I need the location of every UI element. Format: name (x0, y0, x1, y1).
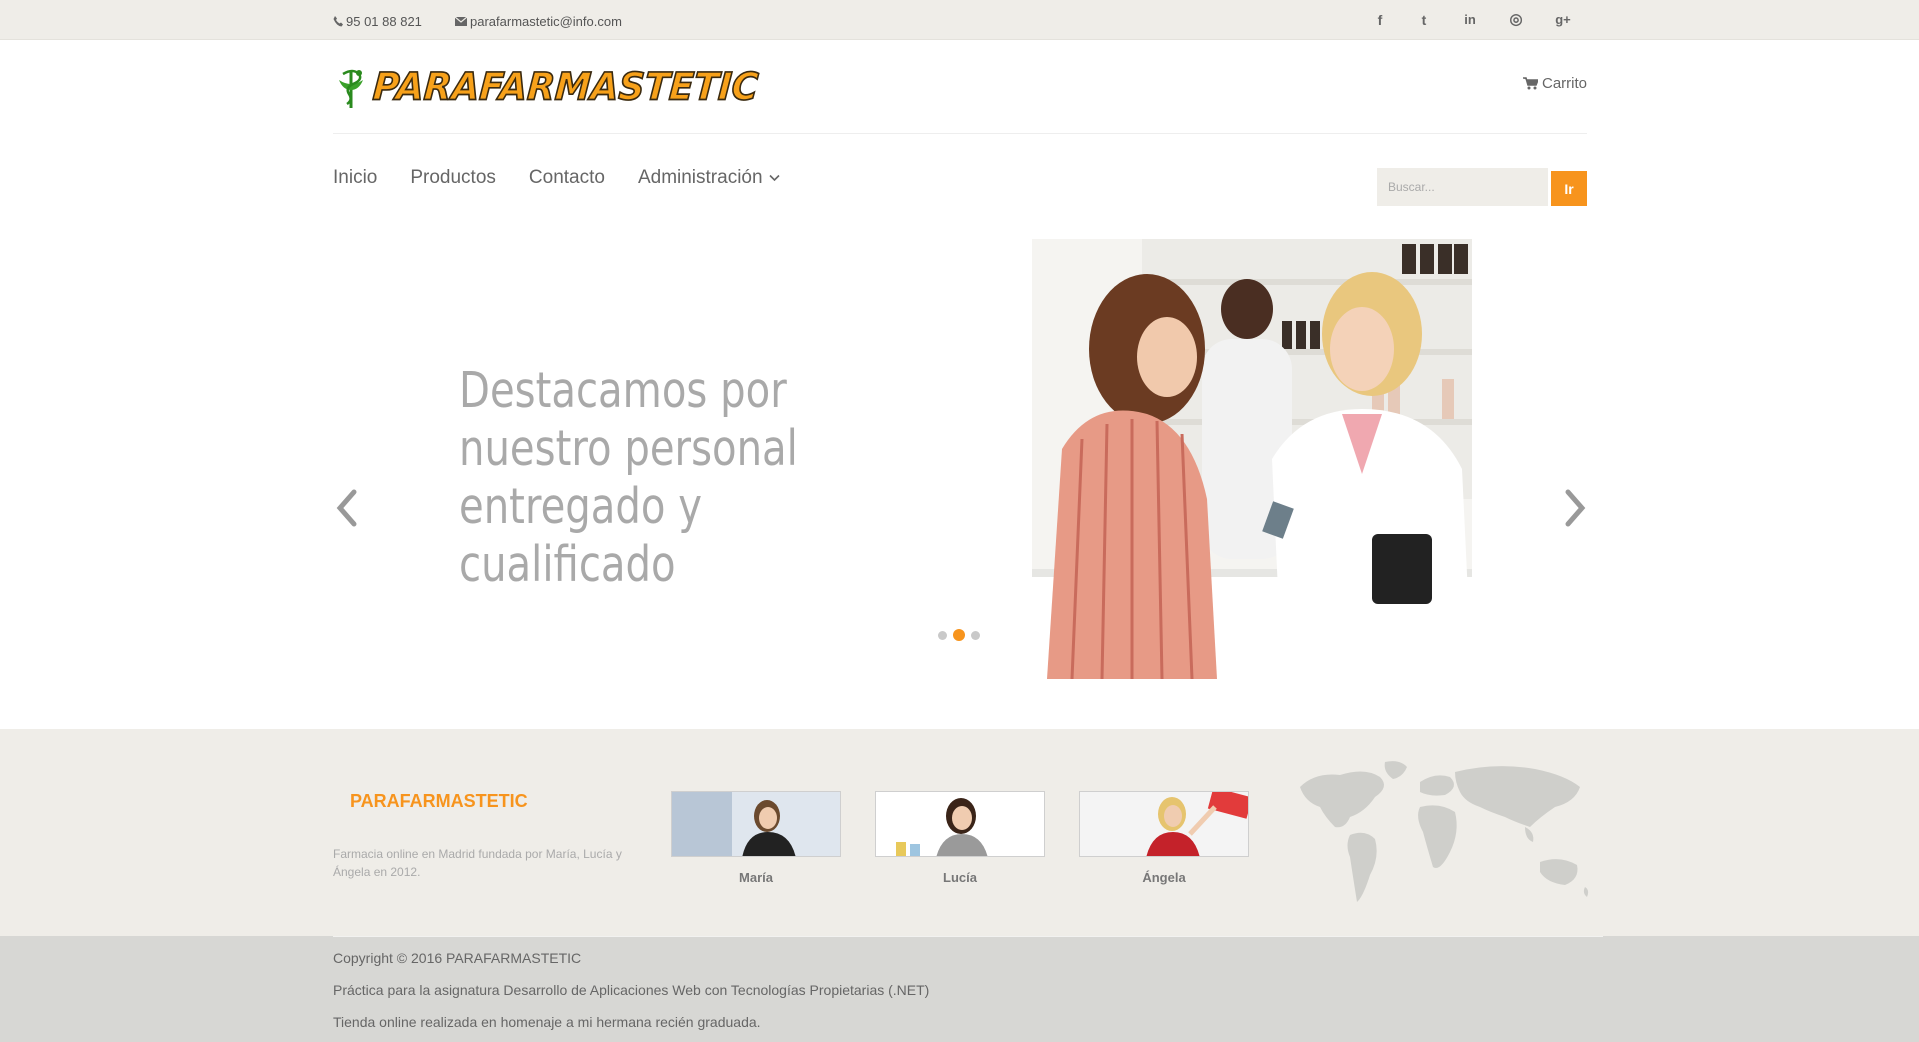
pharmacy-scene-image (1032, 239, 1472, 679)
search-button[interactable]: Ir (1551, 171, 1587, 206)
email-contact[interactable]: parafarmastetic@info.com (455, 14, 622, 29)
member-card-lucia[interactable]: Lucía (875, 791, 1045, 885)
phone-icon (333, 16, 343, 27)
footer-description: Farmacia online en Madrid fundada por Ma… (333, 847, 622, 879)
slider-prev-arrow-icon[interactable] (332, 484, 362, 532)
slide-heading: Destacamos por nuestro personal entregad… (459, 362, 798, 593)
slider-dot-1[interactable] (938, 630, 947, 640)
cart-label[interactable]: Carrito (1542, 75, 1587, 92)
member-name-lucia: Lucía (943, 870, 977, 885)
header-divider (333, 133, 1587, 134)
member-photo-maria (671, 791, 841, 857)
dribbble-icon[interactable]: ◎ (1505, 9, 1527, 31)
slider-next-arrow-icon[interactable] (1560, 484, 1590, 532)
slider-dot-3[interactable] (971, 630, 980, 640)
slider-dot-2[interactable] (953, 629, 965, 641)
envelope-icon (455, 17, 467, 26)
search-input[interactable] (1377, 168, 1548, 206)
top-bar: 95 01 88 821 parafarmastetic@info.com f … (0, 0, 1919, 40)
nav-item-contacto[interactable]: Contacto (529, 167, 605, 189)
nav-item-administracion-label: Administración (637, 167, 763, 188)
member-card-angela[interactable]: Ángela (1079, 791, 1249, 885)
member-name-angela: Ángela (1142, 870, 1186, 885)
footer-bottom-divider (333, 936, 1603, 937)
nav-item-inicio[interactable]: Inicio (333, 167, 377, 189)
facebook-icon[interactable]: f (1369, 9, 1391, 31)
world-map-image (1300, 761, 1589, 902)
cart-link[interactable]: Carrito (1523, 75, 1587, 92)
chevron-down-icon (768, 174, 780, 182)
footer-note-tribute: Tienda online realizada en homenaje a mi… (333, 1014, 761, 1030)
member-card-maria[interactable]: María (671, 791, 841, 885)
pharmacy-caduceus-icon (339, 69, 363, 108)
member-photo-lucia (875, 791, 1045, 857)
nav-item-administracion[interactable]: Administración (638, 167, 780, 189)
site-logo[interactable]: PARAFARMASTETIC (333, 62, 761, 112)
copyright-text: Copyright © 2016 PARAFARMASTETIC (333, 950, 582, 966)
footer-note-assignment: Práctica para la asignatura Desarrollo d… (333, 982, 930, 998)
google-plus-icon[interactable]: g+ (1552, 9, 1574, 31)
twitter-icon[interactable]: t (1413, 9, 1435, 31)
nav-item-productos[interactable]: Productos (410, 167, 496, 189)
main-navigation: Inicio Productos Contacto Administración (333, 167, 813, 189)
phone-number: 95 01 88 821 (346, 14, 422, 29)
footer-bottom-section (0, 936, 1919, 1042)
slide-photo-pharmacy (1032, 239, 1472, 679)
footer-brand: PARAFARMASTETIC (350, 791, 528, 811)
phone-contact: 95 01 88 821 (333, 14, 422, 29)
logo-text: PARAFARMASTETIC (371, 65, 761, 110)
slider-pagination (938, 629, 980, 641)
linkedin-icon[interactable]: in (1459, 9, 1481, 31)
member-photo-angela (1079, 791, 1249, 857)
email-address[interactable]: parafarmastetic@info.com (470, 14, 622, 29)
shopping-cart-icon (1523, 77, 1538, 90)
member-name-maria: María (739, 870, 773, 885)
